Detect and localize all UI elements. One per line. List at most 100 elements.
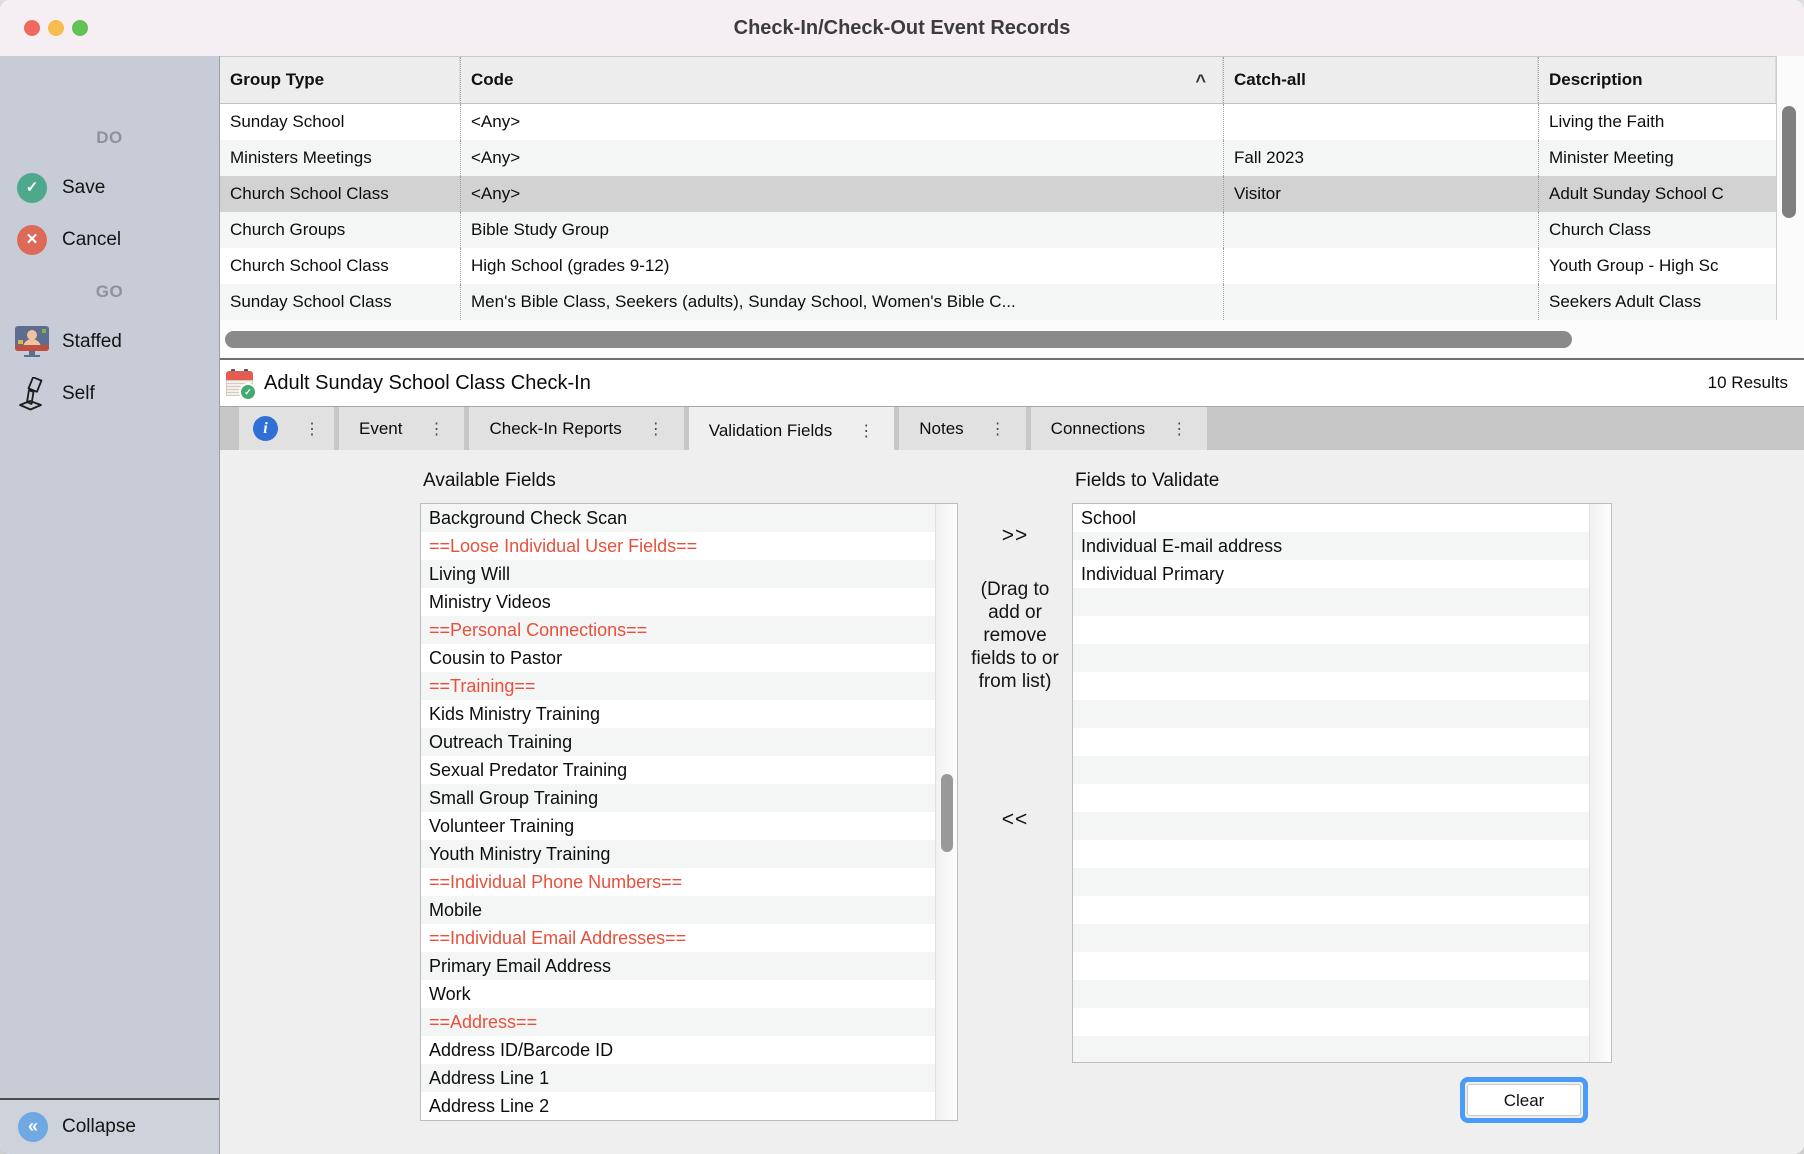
- cell-code: <Any>: [460, 140, 1223, 176]
- tab-notes[interactable]: Notes ⋮: [899, 407, 1025, 450]
- available-field-item[interactable]: Youth Ministry Training: [421, 840, 937, 868]
- available-field-item[interactable]: Address ID/Barcode ID: [421, 1036, 937, 1064]
- window-title: Check-In/Check-Out Event Records: [0, 0, 1804, 56]
- field-group-header[interactable]: ==Address==: [421, 1008, 937, 1036]
- tab-menu-dots[interactable]: ⋮: [1171, 419, 1187, 439]
- table-row[interactable]: Ministers Meetings<Any>Fall 2023Minister…: [220, 140, 1776, 176]
- tab-check-in-reports[interactable]: Check-In Reports⋮: [469, 407, 683, 450]
- record-title: Adult Sunday School Class Check-In: [264, 360, 591, 406]
- validate-empty-row: [1073, 700, 1591, 728]
- staffed-label: Staffed: [62, 324, 122, 360]
- validate-empty-row: [1073, 756, 1591, 784]
- cell-group-type: Church Groups: [220, 212, 460, 248]
- table-vertical-scrollbar-thumb[interactable]: [1782, 106, 1796, 218]
- field-group-header[interactable]: ==Training==: [421, 672, 937, 700]
- available-field-item[interactable]: Cousin to Pastor: [421, 644, 937, 672]
- event-records-table: Sunday School<Any>Living the FaithMinist…: [220, 104, 1776, 320]
- self-kiosk-icon: [17, 377, 45, 411]
- tab-label: Event: [359, 419, 402, 439]
- tab-menu-dots[interactable]: ⋮: [648, 419, 664, 439]
- tab-menu-dots[interactable]: ⋮: [858, 421, 874, 441]
- record-header: ✓ Adult Sunday School Class Check-In 10 …: [220, 358, 1804, 407]
- sidebar-item-staffed[interactable]: Staffed: [0, 324, 219, 360]
- cell-description: Church Class: [1538, 212, 1776, 248]
- field-group-header[interactable]: ==Individual Email Addresses==: [421, 924, 937, 952]
- available-field-item[interactable]: Sexual Predator Training: [421, 756, 937, 784]
- available-field-item[interactable]: Volunteer Training: [421, 812, 937, 840]
- available-field-item[interactable]: Primary Email Address: [421, 952, 937, 980]
- sidebar-section-go: GO: [0, 282, 219, 302]
- tab-menu-dots[interactable]: ⋮: [304, 419, 320, 439]
- info-icon: i: [253, 416, 278, 441]
- validate-empty-row: [1073, 728, 1591, 756]
- save-label: Save: [62, 170, 105, 206]
- table-row[interactable]: Church GroupsBible Study Group Church Cla…: [220, 212, 1776, 248]
- collapse-chevrons-icon: «: [18, 1112, 48, 1142]
- available-field-item[interactable]: Ministry Videos: [421, 588, 937, 616]
- field-group-header[interactable]: ==Loose Individual User Fields==: [421, 532, 937, 560]
- results-count: 10 Results: [1708, 360, 1788, 406]
- drag-hint-text: (Drag to add or remove fields to or from…: [963, 578, 1067, 693]
- tab-validation-fields[interactable]: Validation Fields⋮: [689, 407, 894, 454]
- available-fields-list: Background Check Scan==Loose Individual …: [420, 503, 958, 1121]
- column-header-code[interactable]: Code^: [460, 57, 1223, 103]
- fields-to-validate-label: Fields to Validate: [1075, 470, 1219, 492]
- table-row[interactable]: Church School ClassHigh School (grades 9…: [220, 248, 1776, 284]
- table-row[interactable]: Sunday School ClassMen's Bible Class, Se…: [220, 284, 1776, 320]
- available-list-scrollbar-thumb[interactable]: [941, 774, 953, 852]
- sort-indicator: ^: [1195, 58, 1206, 103]
- field-group-header[interactable]: ==Personal Connections==: [421, 616, 937, 644]
- tab-info[interactable]: i ⋮: [239, 407, 334, 450]
- tab-label: Connections: [1051, 419, 1146, 439]
- available-field-item[interactable]: Work: [421, 980, 937, 1008]
- validate-empty-row: [1073, 588, 1591, 616]
- validate-field-item[interactable]: Individual Primary: [1073, 560, 1591, 588]
- field-group-header[interactable]: ==Individual Phone Numbers==: [421, 868, 937, 896]
- available-field-item[interactable]: Living Will: [421, 560, 937, 588]
- tab-menu-dots[interactable]: ⋮: [428, 419, 444, 439]
- save-check-icon: ✓: [17, 173, 47, 203]
- available-field-item[interactable]: Outreach Training: [421, 728, 937, 756]
- available-field-item[interactable]: Address Line 2: [421, 1092, 937, 1120]
- table-row[interactable]: Church School Class<Any>VisitorAdult Sun…: [220, 176, 1776, 212]
- tab-bar: i ⋮ Event⋮Check-In Reports⋮Validation Fi…: [220, 407, 1804, 450]
- add-fields-button[interactable]: >>: [958, 524, 1072, 548]
- self-label: Self: [62, 376, 95, 412]
- available-field-item[interactable]: Background Check Scan: [421, 504, 937, 532]
- fields-to-validate-list: SchoolIndividual E-mail addressIndividua…: [1072, 503, 1612, 1063]
- available-field-item[interactable]: Address Line 1: [421, 1064, 937, 1092]
- clear-button[interactable]: Clear: [1467, 1084, 1581, 1116]
- column-header-gt[interactable]: Group Type: [220, 57, 460, 103]
- tab-connections[interactable]: Connections ⋮: [1031, 407, 1208, 450]
- available-field-item[interactable]: Kids Ministry Training: [421, 700, 937, 728]
- staffed-monitor-icon: [15, 326, 49, 358]
- column-header-ca[interactable]: Catch-all: [1223, 57, 1538, 103]
- sidebar-item-cancel[interactable]: ✕ Cancel: [0, 222, 219, 258]
- tab-label: Notes: [919, 419, 963, 439]
- available-field-item[interactable]: Mobile: [421, 896, 937, 924]
- cell-catch-all: [1223, 104, 1538, 140]
- validate-empty-row: [1073, 952, 1591, 980]
- tab-menu-dots[interactable]: ⋮: [990, 419, 1006, 439]
- cell-catch-all: Visitor: [1223, 176, 1538, 212]
- validate-empty-row: [1073, 1036, 1591, 1063]
- table-horizontal-scrollbar-thumb[interactable]: [225, 331, 1572, 348]
- table-row[interactable]: Sunday School<Any>Living the Faith: [220, 104, 1776, 140]
- sidebar-item-save[interactable]: ✓ Save: [0, 170, 219, 206]
- tab-event[interactable]: Event ⋮: [339, 407, 464, 450]
- cell-description: Seekers Adult Class: [1538, 284, 1776, 320]
- cell-code: <Any>: [460, 176, 1223, 212]
- cell-description: Minister Meeting: [1538, 140, 1776, 176]
- validate-empty-row: [1073, 812, 1591, 840]
- cell-group-type: Sunday School Class: [220, 284, 460, 320]
- cell-code: Bible Study Group: [460, 212, 1223, 248]
- sidebar-item-self[interactable]: Self: [0, 376, 219, 412]
- sidebar-collapse-bar[interactable]: « Collapse: [0, 1098, 219, 1154]
- cell-group-type: Church School Class: [220, 248, 460, 284]
- column-header-desc[interactable]: Description: [1538, 57, 1776, 103]
- validate-field-item[interactable]: Individual E-mail address: [1073, 532, 1591, 560]
- available-field-item[interactable]: Small Group Training: [421, 784, 937, 812]
- validate-field-item[interactable]: School: [1073, 504, 1591, 532]
- remove-fields-button[interactable]: <<: [958, 808, 1072, 832]
- clear-button-focus-ring: Clear: [1460, 1077, 1588, 1123]
